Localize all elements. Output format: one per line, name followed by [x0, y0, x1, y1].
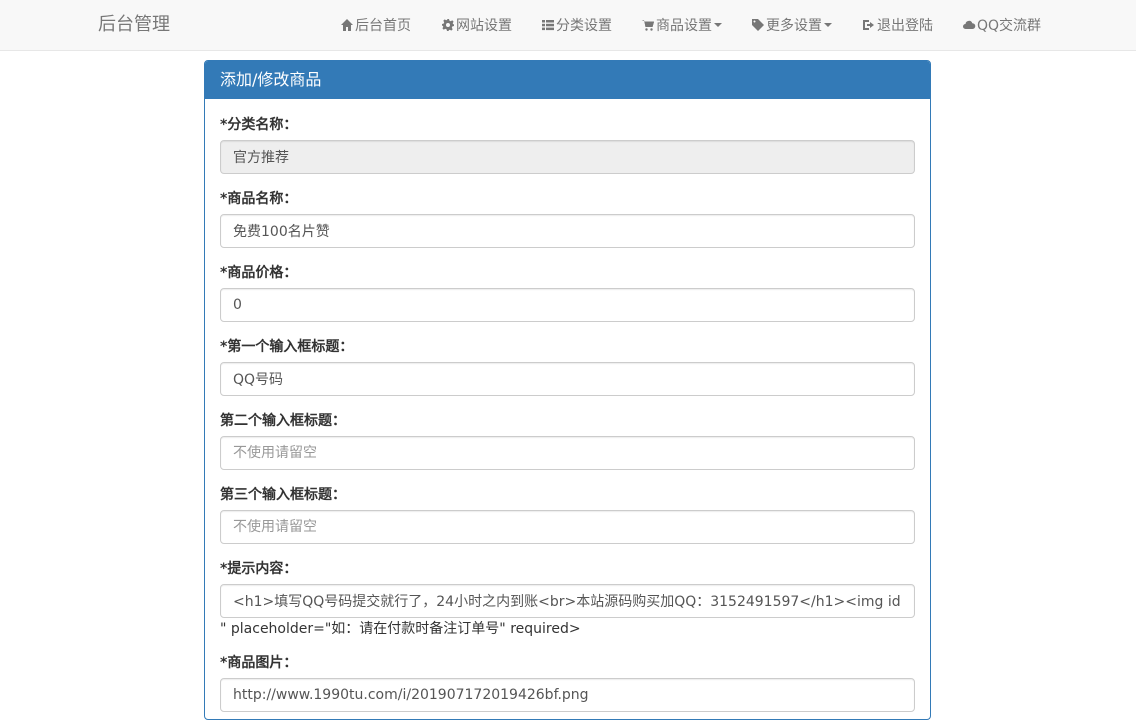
input2-title-field[interactable]	[220, 436, 915, 470]
nav-item-category-settings-label: 分类设置	[556, 18, 612, 34]
tag-icon	[752, 19, 764, 31]
nav-item-qq-group[interactable]: QQ交流群	[962, 0, 1041, 50]
input3-title-field[interactable]	[220, 510, 915, 544]
top-navbar: 后台管理 后台首页 网站设置 分类设置 商品设置 更多设置 退出登陆 QQ交流群	[0, 0, 1136, 51]
tips-content-field[interactable]	[220, 584, 915, 618]
category-label: *分类名称：	[220, 117, 298, 133]
product-name-field[interactable]	[220, 214, 915, 248]
chevron-down-icon	[824, 23, 832, 27]
nav-item-home-label: 后台首页	[355, 18, 411, 34]
input2-label: 第二个输入框标题：	[220, 413, 346, 429]
image-group: *商品图片：	[220, 653, 915, 719]
home-icon	[341, 19, 353, 31]
nav-menu: 后台首页 网站设置 分类设置 商品设置 更多设置 退出登陆 QQ交流群	[340, 0, 1041, 50]
cart-icon	[641, 20, 654, 31]
category-field[interactable]	[220, 140, 915, 174]
nav-item-more-settings-label: 更多设置	[766, 18, 822, 34]
nav-item-product-settings[interactable]: 商品设置	[641, 0, 722, 50]
brand-title[interactable]: 后台管理	[98, 13, 170, 37]
product-form: *分类名称： *商品名称： *商品价格： *第一个输入框标题： 第二个输入框标题…	[205, 99, 930, 719]
input1-label: *第一个输入框标题：	[220, 339, 354, 355]
gear-icon	[442, 19, 454, 31]
image-label: *商品图片：	[220, 655, 298, 671]
image-url-field[interactable]	[220, 678, 915, 712]
tips-label: *提示内容：	[220, 561, 298, 577]
nav-item-site-settings[interactable]: 网站设置	[441, 0, 512, 50]
nav-item-site-settings-label: 网站设置	[456, 18, 512, 34]
logout-icon	[863, 20, 874, 30]
tips-overflow-text: " placeholder="如：请在付款时备注订单号" required>	[220, 621, 581, 637]
nav-item-category-settings[interactable]: 分类设置	[541, 0, 612, 50]
product-price-group: *商品价格：	[220, 263, 915, 337]
nav-item-product-settings-label: 商品设置	[656, 18, 712, 34]
panel-title: 添加/修改商品	[205, 61, 930, 99]
product-price-field[interactable]	[220, 288, 915, 322]
cloud-icon	[963, 20, 976, 29]
list-icon	[542, 20, 554, 31]
nav-item-more-settings[interactable]: 更多设置	[751, 0, 832, 50]
input3-group: 第三个输入框标题：	[220, 485, 915, 559]
nav-item-logout[interactable]: 退出登陆	[862, 0, 933, 50]
product-edit-panel: 添加/修改商品 *分类名称： *商品名称： *商品价格： *第一个输入框标题： …	[204, 60, 931, 720]
input2-group: 第二个输入框标题：	[220, 411, 915, 485]
nav-item-logout-label: 退出登陆	[877, 18, 933, 34]
chevron-down-icon	[714, 23, 722, 27]
product-price-label: *商品价格：	[220, 265, 298, 281]
tips-group: *提示内容： " placeholder="如：请在付款时备注订单号" requ…	[220, 559, 915, 653]
input1-group: *第一个输入框标题：	[220, 337, 915, 411]
input3-label: 第三个输入框标题：	[220, 487, 346, 503]
product-name-group: *商品名称：	[220, 189, 915, 263]
nav-item-qq-group-label: QQ交流群	[977, 18, 1042, 34]
product-name-label: *商品名称：	[220, 191, 298, 207]
input1-title-field[interactable]	[220, 362, 915, 396]
category-group: *分类名称：	[220, 115, 915, 189]
nav-item-home[interactable]: 后台首页	[340, 0, 411, 50]
